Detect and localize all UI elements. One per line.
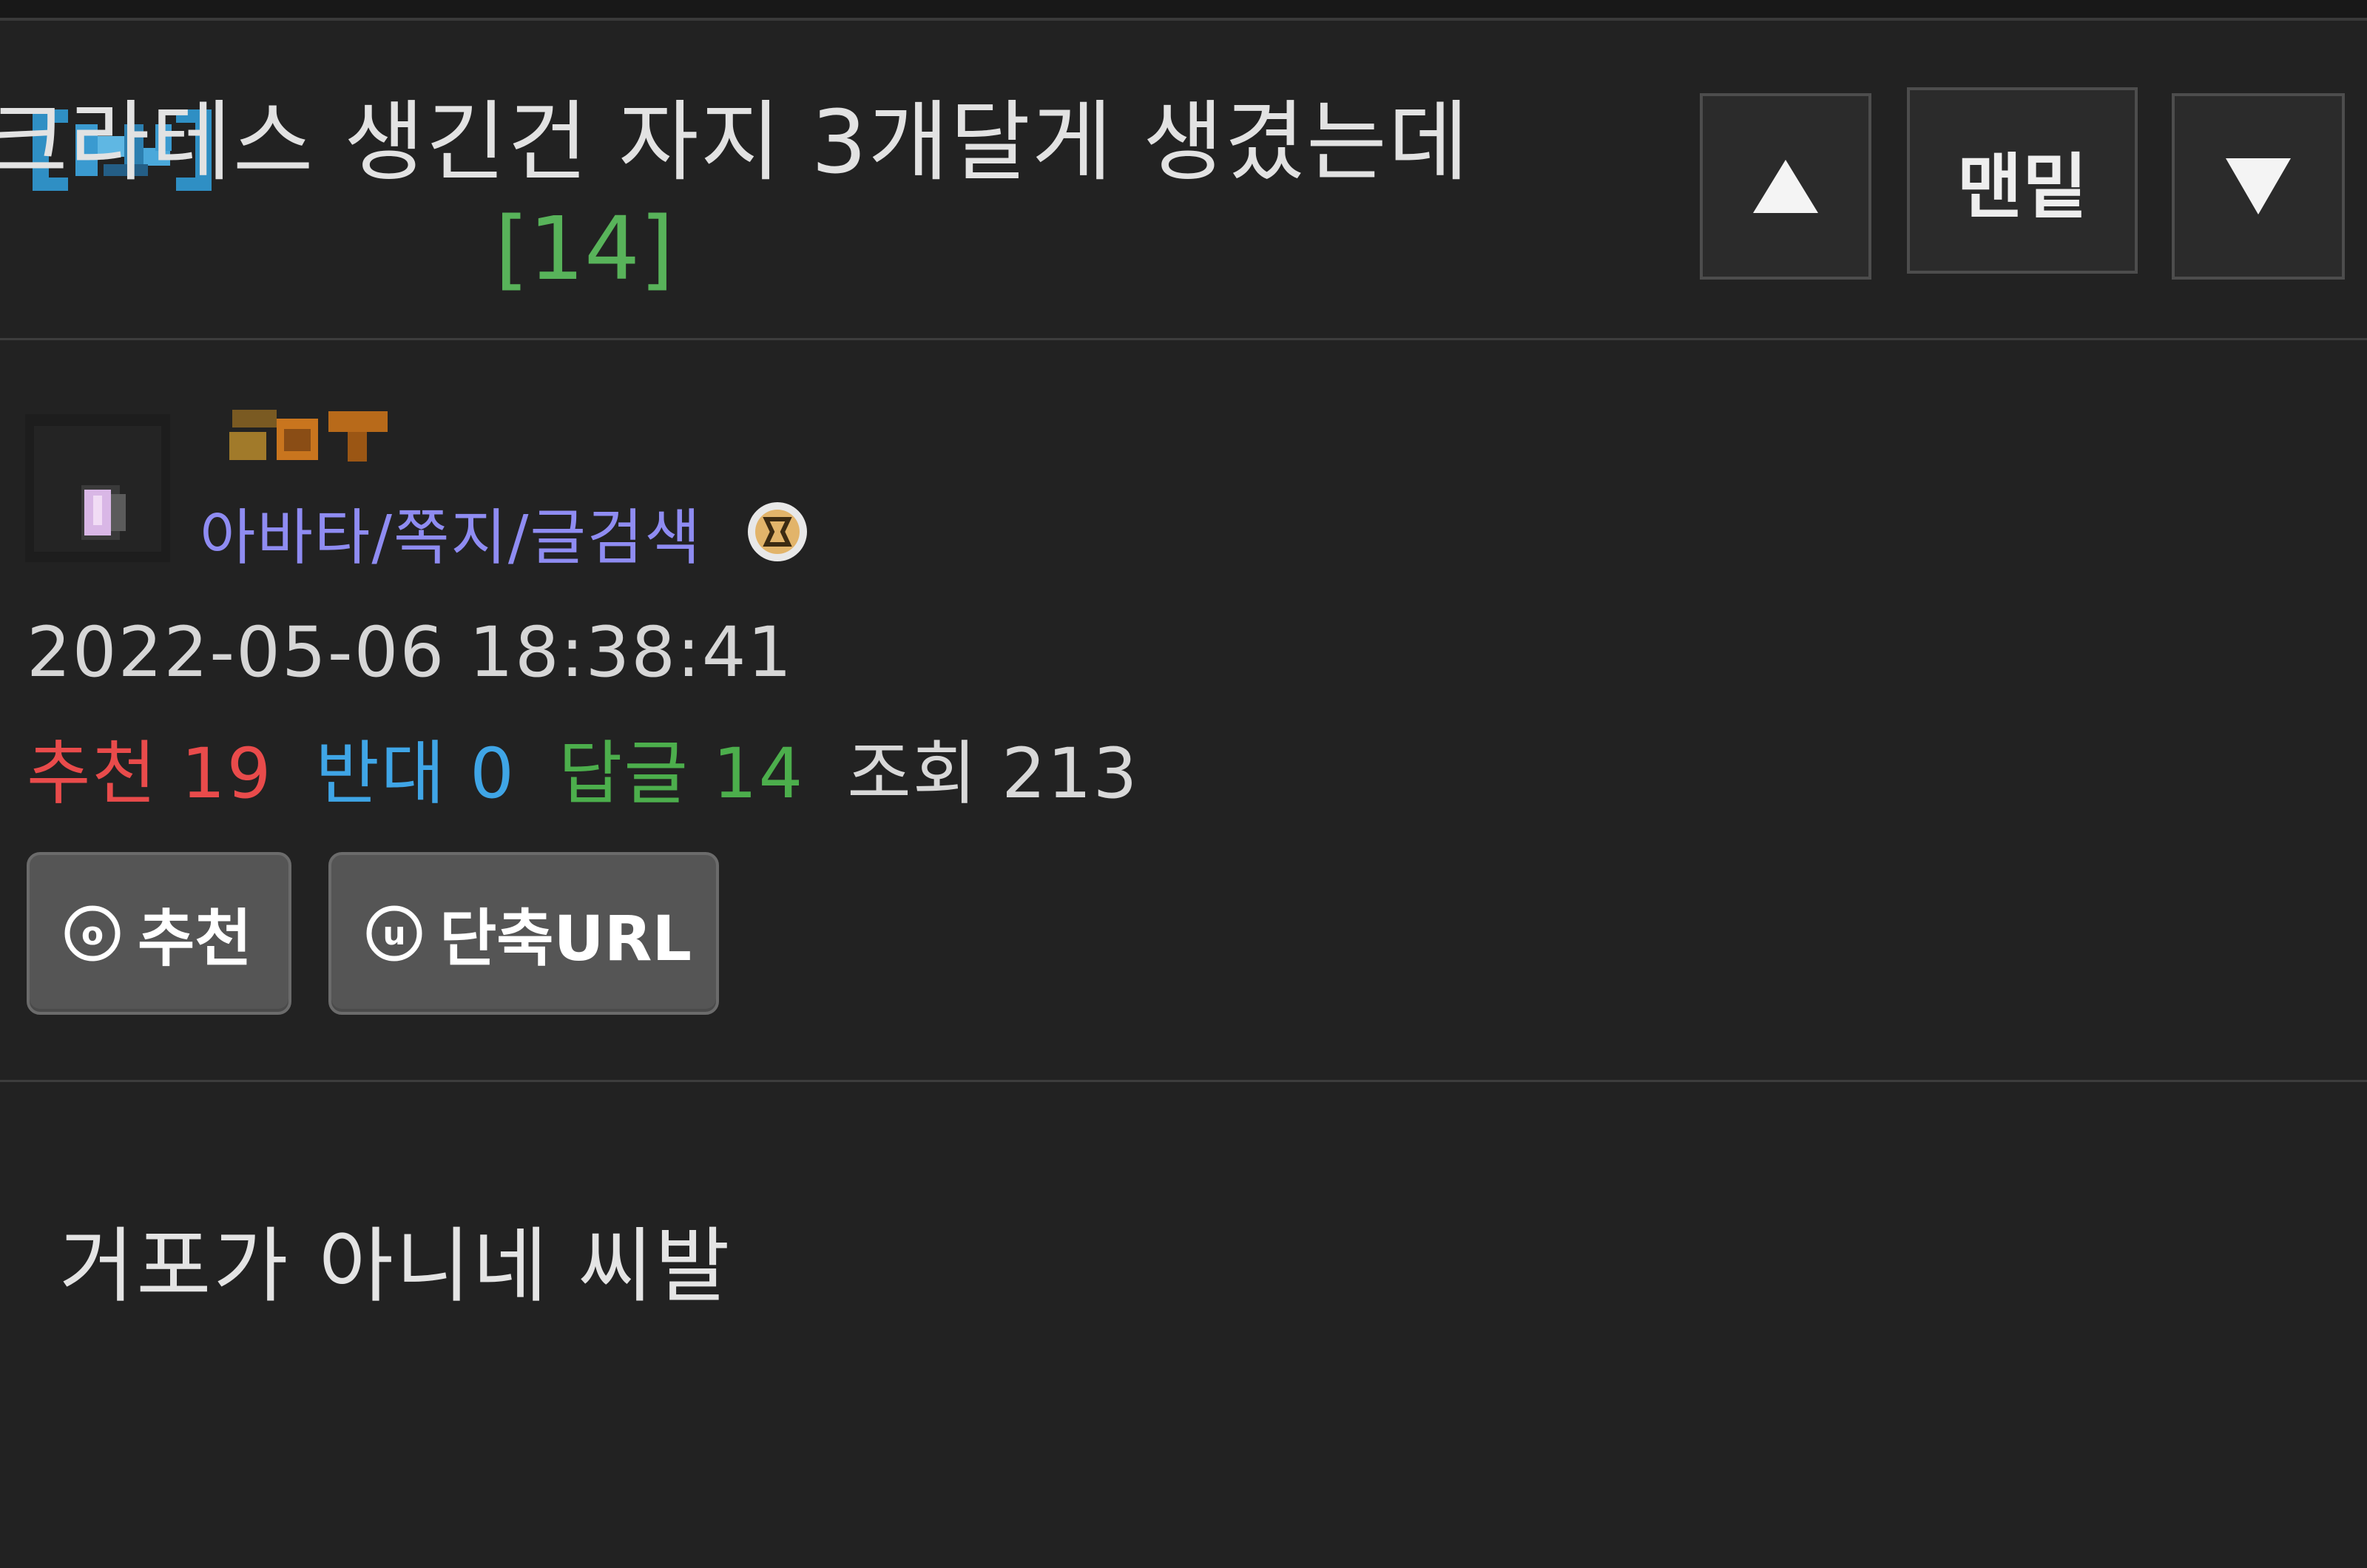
- post-title[interactable]: 소크라테스 생긴건 자지 3개달게 생겼는데: [0, 87, 1672, 197]
- recommend-icon-letter: o: [81, 915, 104, 953]
- title-block: 소크라테스 생긴건 자지 3개달게 생겼는데 [14]: [0, 87, 1672, 300]
- avatar[interactable]: [25, 414, 170, 562]
- post-header: 소크라테스 생긴건 자지 3개달게 생겼는데 [14] 맨밑: [0, 21, 2367, 340]
- reply-count: 답글 14: [558, 734, 805, 814]
- triangle-up-icon: [1753, 160, 1818, 213]
- level-badge-icon: [748, 502, 807, 561]
- go-bottom-label: 맨밑: [1956, 145, 2088, 229]
- recommend-count: 추천 19: [27, 734, 273, 814]
- nickname-image[interactable]: [203, 407, 425, 473]
- short-url-button-label: 단축URL: [439, 902, 692, 975]
- post-stats: 추천 19 반대 0 답글 14 조회 213: [27, 717, 1139, 818]
- recommend-circle-icon: o: [64, 905, 121, 962]
- post-date: 2022-05-06 18:38:41: [27, 612, 794, 693]
- scroll-up-button[interactable]: [1700, 93, 1871, 280]
- scroll-down-button[interactable]: [2172, 93, 2345, 280]
- top-border: [0, 0, 2367, 21]
- recommend-button[interactable]: o 추천: [27, 852, 291, 1015]
- view-count: 조회 213: [847, 734, 1139, 814]
- author-links[interactable]: 아바타/쪽지/글검색: [200, 488, 702, 576]
- content-divider: [0, 1080, 2367, 1082]
- comment-count[interactable]: [14]: [0, 197, 1672, 300]
- oppose-count: 반대 0: [315, 734, 516, 814]
- recommend-button-label: 추천: [138, 902, 252, 975]
- go-bottom-button[interactable]: 맨밑: [1907, 87, 2138, 274]
- triangle-down-icon: [2226, 158, 2291, 214]
- short-url-circle-icon: u: [366, 905, 422, 962]
- post-body: 거포가 아니네 씨발: [59, 1219, 732, 1314]
- short-url-button[interactable]: u 단축URL: [328, 852, 719, 1015]
- short-url-icon-letter: u: [382, 915, 405, 953]
- author-info: 아바타/쪽지/글검색: [25, 407, 987, 577]
